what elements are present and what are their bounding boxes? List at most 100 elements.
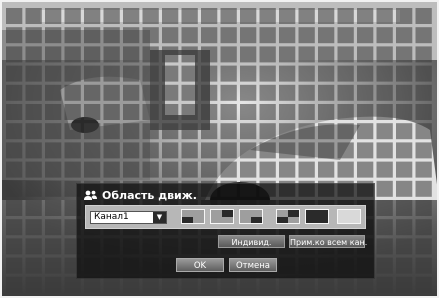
motion-grid-cell[interactable] — [6, 276, 23, 293]
motion-grid-cell[interactable] — [45, 65, 62, 82]
motion-grid-cell[interactable] — [298, 161, 315, 178]
motion-grid-cell[interactable] — [298, 104, 315, 120]
motion-grid-cell[interactable] — [84, 27, 101, 44]
motion-grid-cell[interactable] — [201, 276, 218, 293]
motion-grid-cell[interactable] — [396, 104, 413, 120]
motion-grid-cell[interactable] — [259, 142, 276, 159]
motion-grid-cell[interactable] — [45, 27, 62, 44]
motion-grid-cell[interactable] — [298, 84, 315, 101]
motion-grid-cell[interactable] — [181, 8, 198, 24]
motion-grid-cell[interactable] — [396, 65, 413, 82]
channel-select[interactable]: Канал1 ▼ — [90, 211, 167, 224]
motion-grid-cell[interactable] — [6, 257, 23, 274]
motion-grid-cell[interactable] — [162, 276, 179, 293]
motion-grid-cell[interactable] — [415, 238, 432, 255]
motion-grid-cell[interactable] — [318, 65, 335, 82]
motion-grid-cell[interactable] — [259, 276, 276, 293]
motion-grid-cell[interactable] — [123, 104, 140, 120]
motion-grid-cell[interactable] — [376, 238, 393, 255]
motion-grid-cell[interactable] — [64, 161, 81, 178]
motion-grid-cell[interactable] — [318, 123, 335, 140]
motion-grid-cell[interactable] — [220, 65, 237, 82]
motion-grid-cell[interactable] — [376, 142, 393, 159]
motion-grid-cell[interactable] — [84, 8, 101, 24]
motion-grid-cell[interactable] — [357, 123, 374, 140]
motion-grid-cell[interactable] — [279, 84, 296, 101]
motion-grid-cell[interactable] — [259, 104, 276, 120]
motion-grid-cell[interactable] — [357, 8, 374, 24]
motion-grid-cell[interactable] — [318, 27, 335, 44]
motion-grid-cell[interactable] — [318, 84, 335, 101]
motion-grid-cell[interactable] — [25, 276, 42, 293]
motion-grid-cell[interactable] — [220, 161, 237, 178]
motion-grid-cell[interactable] — [415, 84, 432, 101]
dropdown-arrow-icon[interactable]: ▼ — [153, 212, 166, 223]
motion-grid-cell[interactable] — [337, 8, 354, 24]
motion-grid-cell[interactable] — [45, 200, 62, 216]
motion-grid-cell[interactable] — [25, 200, 42, 216]
motion-grid-cell[interactable] — [103, 8, 120, 24]
motion-grid-cell[interactable] — [415, 104, 432, 120]
motion-grid-cell[interactable] — [240, 27, 257, 44]
motion-grid-cell[interactable] — [64, 104, 81, 120]
motion-grid-cell[interactable] — [181, 161, 198, 178]
motion-grid-cell[interactable] — [279, 65, 296, 82]
motion-grid-cell[interactable] — [45, 219, 62, 236]
motion-grid-cell[interactable] — [201, 27, 218, 44]
motion-grid-cell[interactable] — [376, 200, 393, 216]
motion-grid-cell[interactable] — [396, 123, 413, 140]
motion-grid-cell[interactable] — [240, 123, 257, 140]
motion-grid-cell[interactable] — [318, 104, 335, 120]
motion-grid-cell[interactable] — [162, 104, 179, 120]
motion-grid-cell[interactable] — [396, 8, 413, 24]
motion-grid-cell[interactable] — [337, 46, 354, 63]
motion-grid-cell[interactable] — [64, 84, 81, 101]
motion-grid-cell[interactable] — [201, 65, 218, 82]
motion-grid-cell[interactable] — [415, 161, 432, 178]
motion-grid-cell[interactable] — [45, 84, 62, 101]
motion-grid-cell[interactable] — [142, 161, 159, 178]
motion-grid-cell[interactable] — [376, 123, 393, 140]
motion-grid-cell[interactable] — [103, 27, 120, 44]
motion-grid-cell[interactable] — [123, 27, 140, 44]
motion-grid-cell[interactable] — [279, 142, 296, 159]
motion-grid-cell[interactable] — [415, 180, 432, 197]
motion-grid-cell[interactable] — [396, 180, 413, 197]
motion-grid-cell[interactable] — [415, 219, 432, 236]
motion-grid-cell[interactable] — [123, 84, 140, 101]
motion-grid-cell[interactable] — [298, 46, 315, 63]
motion-grid-cell[interactable] — [259, 161, 276, 178]
motion-grid-cell[interactable] — [25, 238, 42, 255]
apply-all-channels-button[interactable]: Прим.ко всем кан. — [289, 235, 367, 248]
motion-grid-cell[interactable] — [162, 27, 179, 44]
motion-grid-cell[interactable] — [6, 123, 23, 140]
motion-grid-cell[interactable] — [376, 104, 393, 120]
motion-grid-cell[interactable] — [25, 46, 42, 63]
motion-grid-cell[interactable] — [396, 142, 413, 159]
motion-grid-cell[interactable] — [220, 84, 237, 101]
motion-grid-cell[interactable] — [220, 142, 237, 159]
motion-grid-cell[interactable] — [103, 142, 120, 159]
motion-grid-cell[interactable] — [318, 276, 335, 293]
motion-grid-cell[interactable] — [240, 46, 257, 63]
motion-grid-cell[interactable] — [142, 104, 159, 120]
motion-grid-cell[interactable] — [6, 219, 23, 236]
motion-grid-cell[interactable] — [84, 84, 101, 101]
motion-grid-cell[interactable] — [279, 161, 296, 178]
motion-grid-cell[interactable] — [415, 200, 432, 216]
motion-grid-cell[interactable] — [337, 123, 354, 140]
motion-grid-cell[interactable] — [220, 27, 237, 44]
motion-grid-cell[interactable] — [181, 276, 198, 293]
motion-grid-cell[interactable] — [181, 65, 198, 82]
motion-grid-cell[interactable] — [181, 104, 198, 120]
motion-grid-cell[interactable] — [220, 104, 237, 120]
motion-grid-cell[interactable] — [318, 142, 335, 159]
motion-grid-cell[interactable] — [25, 84, 42, 101]
motion-grid-cell[interactable] — [298, 142, 315, 159]
motion-grid-cell[interactable] — [6, 27, 23, 44]
motion-grid-cell[interactable] — [142, 27, 159, 44]
motion-grid-cell[interactable] — [25, 27, 42, 44]
motion-grid-cell[interactable] — [396, 46, 413, 63]
motion-grid-cell[interactable] — [162, 46, 179, 63]
motion-grid-cell[interactable] — [123, 161, 140, 178]
